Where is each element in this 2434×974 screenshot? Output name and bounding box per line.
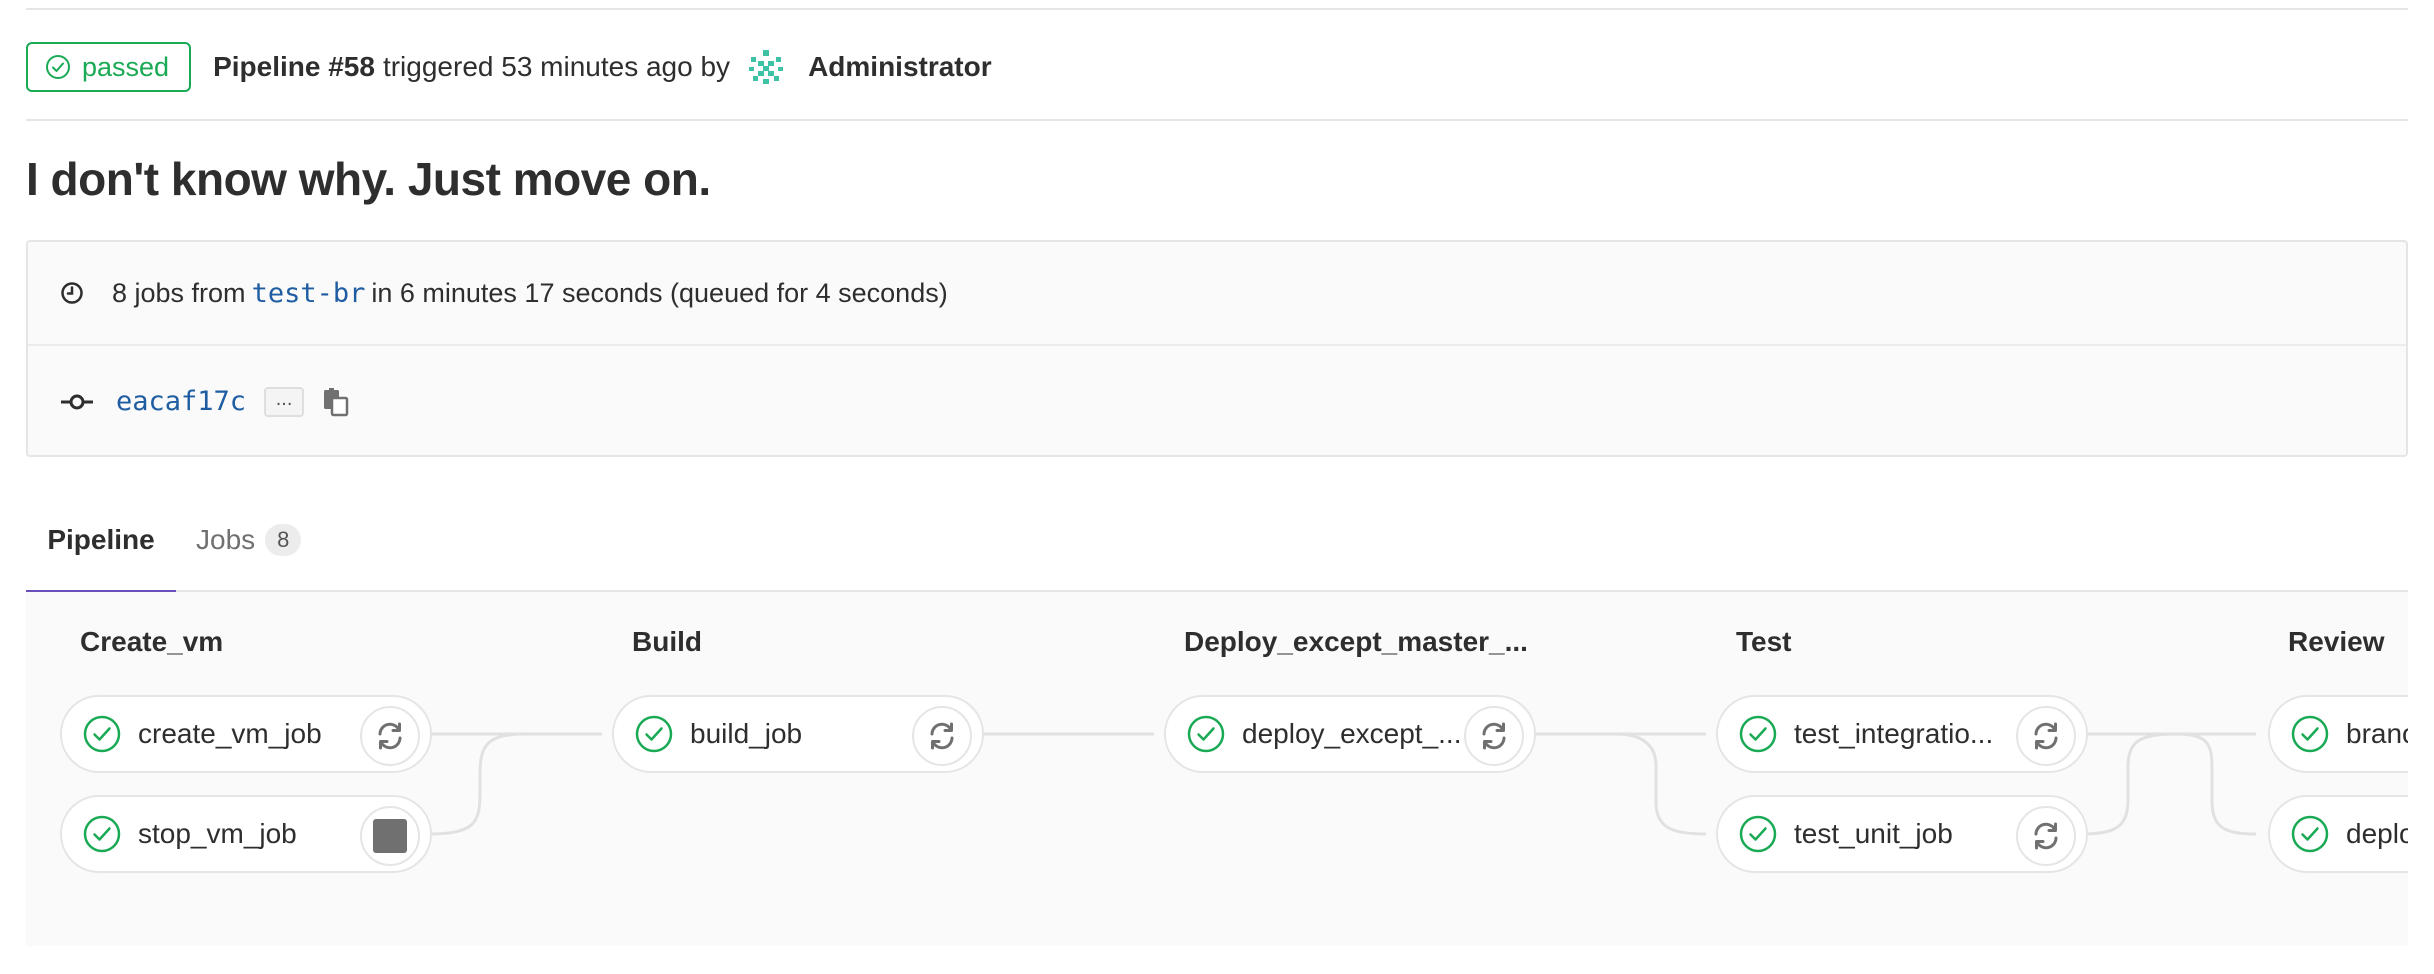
top-divider: [26, 8, 2408, 10]
job-name[interactable]: test_integratio...: [1794, 718, 1993, 750]
job-item[interactable]: test_integratio...: [1716, 695, 2088, 773]
pipeline-tabs: Pipeline Jobs 8: [26, 488, 2408, 594]
pipeline-graph: Create_vm create_vm_job stop_vm_job Build bu…: [26, 592, 2408, 946]
user-name-link[interactable]: Administrator: [808, 51, 992, 83]
status-badge[interactable]: passed: [26, 42, 192, 92]
check-circle-icon: [1739, 815, 1777, 853]
job-item[interactable]: stop_vm_job: [60, 795, 432, 873]
check-circle-icon: [635, 715, 673, 753]
job-name[interactable]: test_unit_job: [1794, 818, 1953, 850]
commit-title: I don't know why. Just move on.: [26, 153, 711, 205]
check-circle-icon: [2291, 815, 2329, 853]
retry-job-button[interactable]: [1464, 706, 1524, 766]
retry-icon: [930, 722, 954, 750]
check-circle-icon: [2291, 715, 2329, 753]
header-divider: [26, 119, 2408, 121]
job-item[interactable]: branc: [2268, 695, 2408, 773]
job-name[interactable]: stop_vm_job: [138, 818, 297, 850]
status-label: passed: [82, 51, 170, 82]
check-circle-icon: [83, 715, 121, 753]
jobs-count-text: 8 jobs from: [112, 277, 246, 308]
job-name[interactable]: deploy: [2346, 818, 2408, 850]
job-name[interactable]: deploy_except_...: [1242, 718, 1462, 750]
tab-pipeline-label: Pipeline: [47, 524, 155, 555]
stage-name: Test: [1736, 626, 1792, 657]
retry-icon: [378, 722, 402, 750]
commit-sha-link[interactable]: eacaf17c: [116, 386, 246, 417]
stage-name: Build: [632, 626, 702, 657]
stage-name: Deploy_except_master_...: [1184, 626, 1528, 657]
job-item[interactable]: build_job: [612, 695, 984, 773]
retry-icon: [1482, 722, 1506, 750]
stop-icon: [373, 819, 407, 853]
pipeline-id: Pipeline #58: [213, 51, 375, 82]
job-name[interactable]: build_job: [690, 718, 802, 750]
job-item[interactable]: deploy: [2268, 795, 2408, 873]
pipeline-header: passed Pipeline #58 triggered 53 minutes…: [26, 42, 992, 92]
retry-icon: [2034, 722, 2058, 750]
retry-job-button[interactable]: [2016, 806, 2076, 866]
tab-jobs-label: Jobs: [196, 524, 256, 555]
stop-job-button[interactable]: [360, 806, 420, 866]
clipboard-icon: [324, 387, 349, 416]
tab-jobs[interactable]: Jobs 8: [196, 488, 302, 592]
job-name[interactable]: create_vm_job: [138, 718, 322, 750]
jobs-count-badge: 8: [265, 524, 302, 556]
job-item[interactable]: create_vm_job: [60, 695, 432, 773]
job-item[interactable]: deploy_except_...: [1164, 695, 1536, 773]
job-name[interactable]: branc: [2346, 718, 2408, 750]
stage-name: Review: [2288, 626, 2385, 657]
retry-job-button[interactable]: [360, 706, 420, 766]
stage-name: Create_vm: [80, 626, 224, 657]
retry-icon: [2034, 822, 2058, 850]
clock-icon: [61, 282, 83, 304]
check-circle-icon: [83, 815, 121, 853]
check-circle-icon: [1739, 715, 1777, 753]
branch-link[interactable]: test-br: [252, 278, 366, 309]
check-circle-icon: [46, 55, 70, 79]
check-circle-icon: [1187, 715, 1225, 753]
user-avatar[interactable]: [746, 47, 786, 87]
retry-job-button[interactable]: [912, 706, 972, 766]
expand-commit-message-button[interactable]: ...: [264, 386, 305, 417]
jobs-summary-row: 8 jobs from test-br in 6 minutes 17 seco…: [28, 242, 2406, 346]
job-item[interactable]: test_unit_job: [1716, 795, 2088, 873]
commit-row: eacaf17c ...: [28, 346, 2406, 457]
triggered-text: triggered 53 minutes ago by: [382, 51, 731, 82]
tab-pipeline[interactable]: Pipeline: [26, 488, 176, 594]
retry-job-button[interactable]: [2016, 706, 2076, 766]
commit-icon: [61, 394, 93, 409]
duration-text: in 6 minutes 17 seconds (queued for 4 se…: [371, 277, 948, 308]
copy-sha-button[interactable]: [320, 387, 350, 417]
pipeline-info-panel: 8 jobs from test-br in 6 minutes 17 seco…: [26, 240, 2408, 457]
